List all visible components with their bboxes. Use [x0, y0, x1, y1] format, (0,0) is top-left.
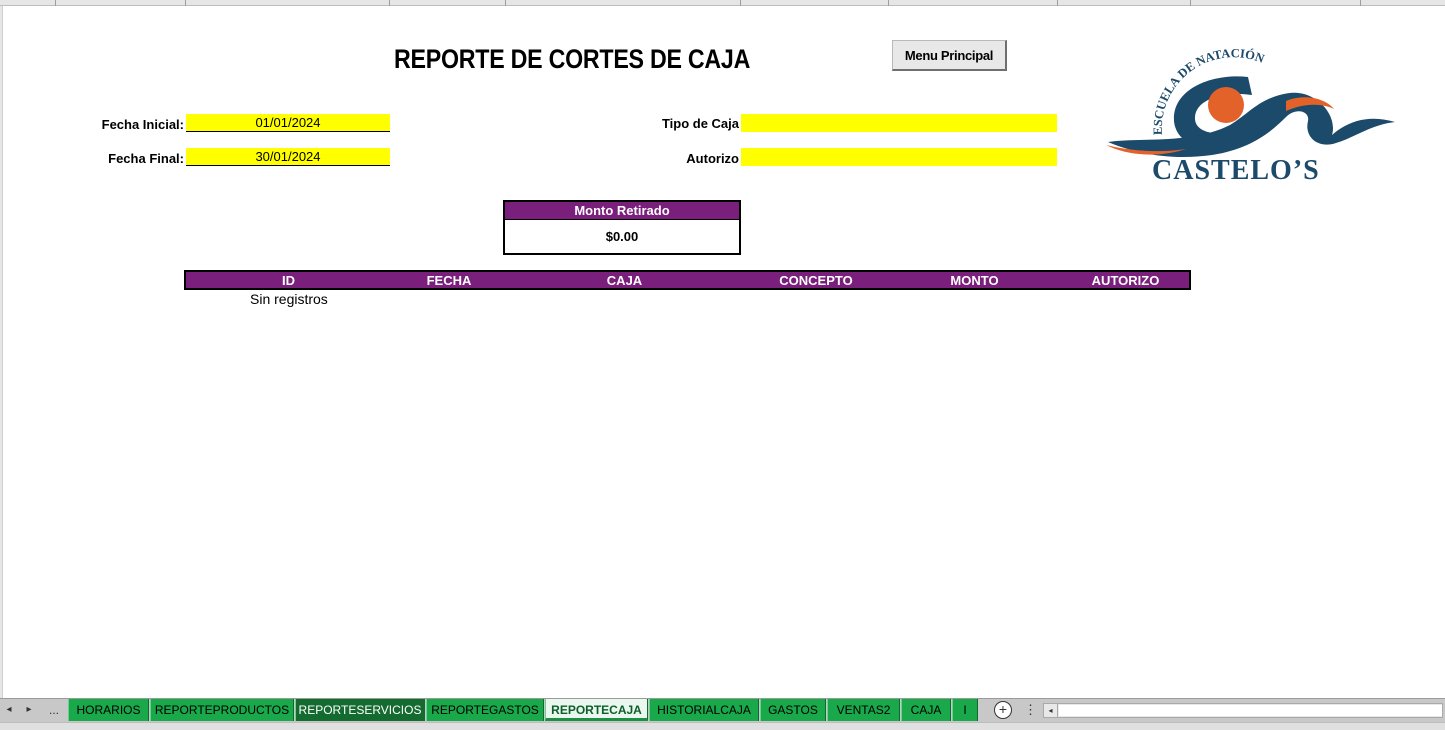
- scroll-tabs-left-icon[interactable]: ◂: [0, 699, 18, 721]
- monto-retirado-value[interactable]: $0.00: [505, 220, 739, 253]
- column-header-id[interactable]: ID: [186, 272, 391, 288]
- logo-name: CASTELO’S: [1152, 155, 1320, 186]
- column-separator[interactable]: [740, 0, 741, 6]
- fecha-inicial-field[interactable]: 01/01/2024: [186, 114, 390, 132]
- page-title: REPORTE DE CORTES DE CAJA: [394, 44, 751, 74]
- tab-horarios[interactable]: HORARIOS: [68, 699, 149, 721]
- column-separator[interactable]: [505, 0, 506, 6]
- column-header-fecha[interactable]: FECHA: [391, 272, 507, 288]
- autorizo-label: Autorizo: [686, 151, 739, 166]
- fecha-final-field[interactable]: 30/01/2024: [186, 148, 390, 166]
- empty-table-message: Sin registros: [250, 291, 328, 307]
- tab-reporteproductos[interactable]: REPORTEPRODUCTOS: [150, 699, 294, 721]
- column-header-caja[interactable]: CAJA: [507, 272, 742, 288]
- column-separator[interactable]: [1190, 0, 1191, 6]
- autorizo-field[interactable]: [741, 148, 1057, 166]
- tab-reportecaja[interactable]: REPORTECAJA: [545, 699, 648, 721]
- scroll-left-icon[interactable]: ◂: [1044, 704, 1058, 717]
- column-separator[interactable]: [888, 0, 889, 6]
- tipo-caja-field[interactable]: [741, 114, 1057, 132]
- sheet-tab-bar: ◂ ▸ ... HORARIOS REPORTEPRODUCTOS REPORT…: [0, 698, 1445, 722]
- column-separator[interactable]: [185, 0, 186, 6]
- tipo-caja-label: Tipo de Caja: [661, 116, 739, 131]
- column-header-concepto[interactable]: CONCEPTO: [742, 272, 890, 288]
- column-header-autorizo[interactable]: AUTORIZO: [1059, 272, 1192, 288]
- tab-truncated[interactable]: I: [952, 699, 978, 721]
- scrollbar-thumb[interactable]: [1059, 705, 1442, 716]
- monto-retirado-box: Monto Retirado $0.00: [503, 200, 741, 255]
- column-separator[interactable]: [1360, 0, 1361, 6]
- tab-historialcaja[interactable]: HISTORIALCAJA: [649, 699, 759, 721]
- tab-ventas2[interactable]: VENTAS2: [827, 699, 900, 721]
- castelos-logo: ESCUELA DE NATACIÓN CASTELO’S: [1100, 45, 1400, 190]
- table-header-row: ID FECHA CAJA CONCEPTO MONTO AUTORIZO: [184, 270, 1191, 290]
- add-sheet-icon[interactable]: +: [994, 701, 1012, 719]
- monto-retirado-header: Monto Retirado: [505, 202, 739, 220]
- column-separator[interactable]: [389, 0, 390, 6]
- tab-gastos[interactable]: GASTOS: [760, 699, 826, 721]
- row-header-edge: [0, 6, 3, 698]
- more-tabs-ellipsis[interactable]: ...: [44, 699, 64, 721]
- spreadsheet-sheet: REPORTE DE CORTES DE CAJA Menu Principal…: [0, 0, 1445, 730]
- scroll-tabs-right-icon[interactable]: ▸: [20, 699, 38, 721]
- column-header-strip[interactable]: [0, 0, 1445, 6]
- tab-caja[interactable]: CAJA: [901, 699, 951, 721]
- column-separator[interactable]: [1057, 0, 1058, 6]
- fecha-inicial-label: Fecha Inicial:: [101, 117, 184, 132]
- horizontal-scrollbar[interactable]: ◂: [1043, 703, 1443, 718]
- status-bar: [0, 722, 1445, 730]
- menu-principal-button[interactable]: Menu Principal: [892, 40, 1007, 71]
- column-separator[interactable]: [55, 0, 56, 6]
- tab-reporteservicios[interactable]: REPORTESERVICIOS: [295, 699, 425, 721]
- tab-reportegastos[interactable]: REPORTEGASTOS: [426, 699, 544, 721]
- fecha-final-label: Fecha Final:: [108, 151, 184, 166]
- tabs-menu-icon[interactable]: ⋮: [1024, 699, 1037, 721]
- logo-graphic: ESCUELA DE NATACIÓN CASTELO’S: [1106, 46, 1395, 186]
- logo-orange-circle: [1208, 87, 1244, 123]
- column-header-monto[interactable]: MONTO: [890, 272, 1059, 288]
